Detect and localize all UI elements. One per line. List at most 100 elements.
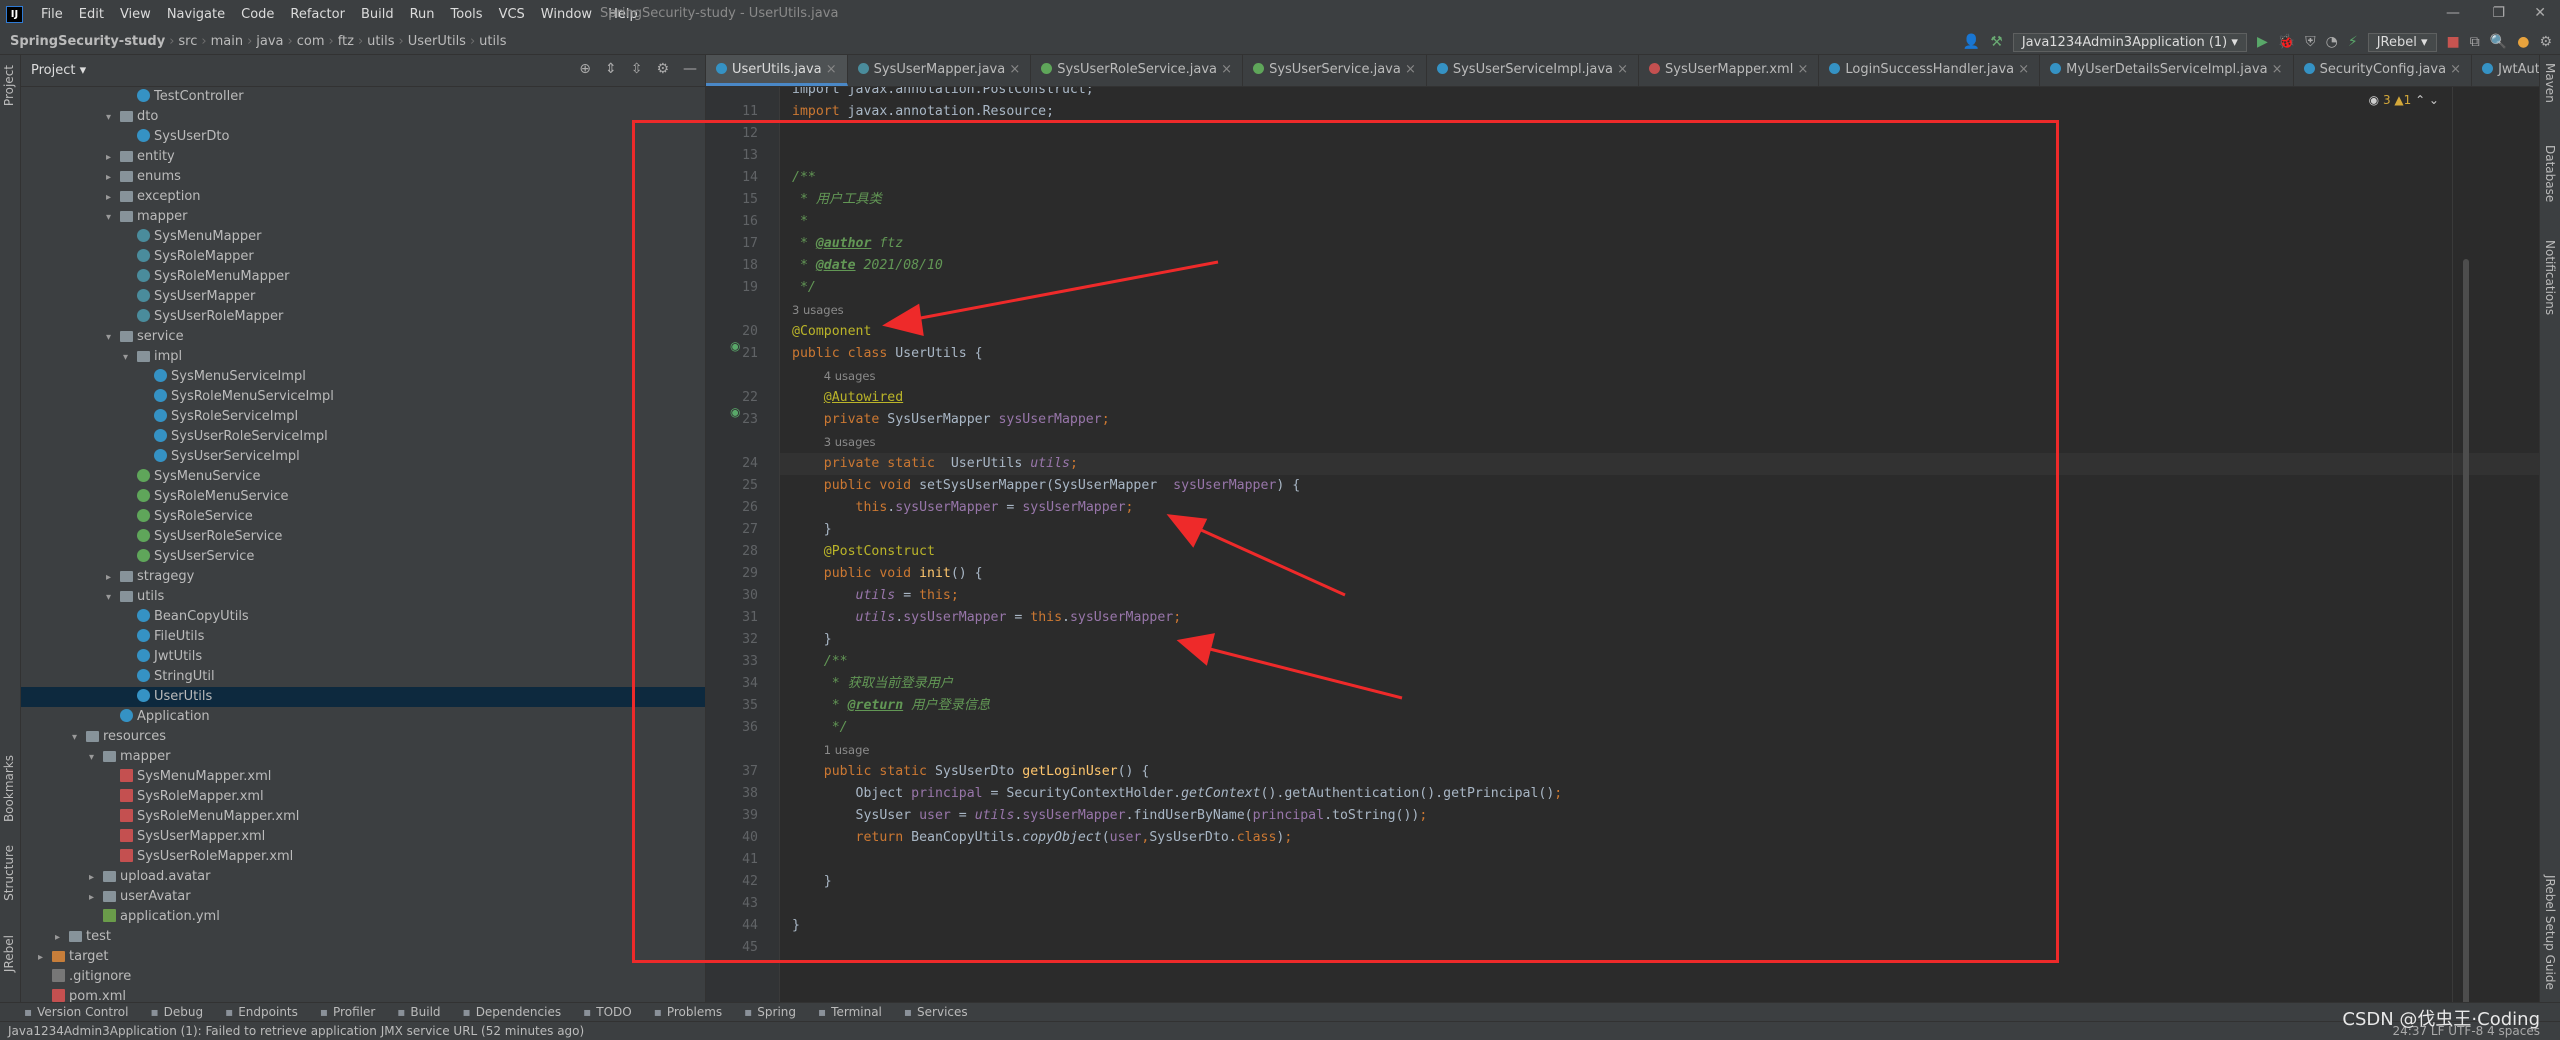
code-line[interactable]: 42 } [742, 871, 2539, 893]
database-tool-label[interactable]: Database [2543, 145, 2557, 202]
collapse-arrow-icon[interactable]: ▸ [89, 868, 103, 888]
tree-item[interactable]: SysRoleMapper.xml [21, 787, 705, 807]
tree-item[interactable]: SysUserDto [21, 127, 705, 147]
inspection-widget[interactable]: ◉ 3 ▲1 ⌃ ⌄ [2369, 93, 2439, 107]
editor-tab[interactable]: MyUserDetailsServiceImpl.java × [2040, 55, 2294, 86]
tree-item[interactable]: SysUserRoleMapper [21, 307, 705, 327]
tree-item[interactable]: Application [21, 707, 705, 727]
project-panel-title[interactable]: Project ▾ [31, 63, 86, 78]
tool-window-problems[interactable]: ▪ Problems [654, 1005, 722, 1019]
run-icon[interactable]: ▶ [2257, 34, 2268, 50]
tree-item[interactable]: JwtUtils [21, 647, 705, 667]
tree-item[interactable]: SysRoleService [21, 507, 705, 527]
code-line[interactable]: 19 */ [742, 277, 2539, 299]
editor-tab[interactable]: SysUserService.java × [1243, 55, 1427, 86]
editor-tab[interactable]: SecurityConfig.java × [2294, 55, 2473, 86]
breadcrumb-item[interactable]: ftz [338, 34, 354, 49]
tree-item[interactable]: SysRoleMenuMapper [21, 267, 705, 287]
tree-item[interactable]: SysUserRoleServiceImpl [21, 427, 705, 447]
collapse-arrow-icon[interactable]: ▸ [55, 928, 69, 948]
editor-tab[interactable]: SysUserRoleService.java × [1031, 55, 1244, 86]
menu-item-code[interactable]: Code [233, 7, 282, 22]
code-line[interactable]: 13 [742, 145, 2539, 167]
code-line[interactable]: 28 @PostConstruct [742, 541, 2539, 563]
tree-item[interactable]: SysUserService [21, 547, 705, 567]
profile-icon[interactable]: ◔ [2326, 34, 2338, 50]
tree-item[interactable]: ▾ resources [21, 727, 705, 747]
code-line[interactable]: 18 * @date 2021/08/10 [742, 255, 2539, 277]
tree-item[interactable]: SysUserServiceImpl [21, 447, 705, 467]
editor-tab[interactable]: UserUtils.java × [706, 55, 848, 86]
tree-item[interactable]: ▸ target [21, 947, 705, 967]
tree-item[interactable]: ▸ userAvatar [21, 887, 705, 907]
code-line[interactable]: 38 Object principal = SecurityContextHol… [742, 783, 2539, 805]
tree-item[interactable]: TestController [21, 87, 705, 107]
maven-tool-label[interactable]: Maven [2543, 63, 2557, 103]
expand-all-icon[interactable]: ⇕ [605, 61, 617, 77]
scroll-thumb[interactable] [2463, 259, 2469, 1002]
tab-close-icon[interactable]: × [822, 62, 837, 77]
code-line[interactable]: 45 [742, 937, 2539, 959]
tool-window-build[interactable]: ▪ Build [397, 1005, 440, 1019]
target-icon[interactable]: ⊕ [579, 61, 591, 77]
collapse-all-icon[interactable]: ⇳ [631, 61, 643, 77]
tree-item[interactable]: ▸ entity [21, 147, 705, 167]
project-tool-label[interactable]: Project [2, 65, 16, 106]
tool-window-todo[interactable]: ▪ TODO [583, 1005, 632, 1019]
tree-item[interactable]: BeanCopyUtils [21, 607, 705, 627]
breadcrumb-item[interactable]: java [256, 34, 283, 49]
breadcrumb-item[interactable]: main [211, 34, 243, 49]
tree-item[interactable]: SysMenuServiceImpl [21, 367, 705, 387]
menu-item-build[interactable]: Build [353, 7, 402, 22]
tree-item[interactable]: .gitignore [21, 967, 705, 987]
tree-item[interactable]: SysMenuService [21, 467, 705, 487]
notifications-tool-label[interactable]: Notifications [2543, 240, 2557, 315]
tree-item[interactable]: ▾ utils [21, 587, 705, 607]
code-line[interactable]: 26 this.sysUserMapper = sysUserMapper; [742, 497, 2539, 519]
code-line[interactable]: 12 [742, 123, 2539, 145]
jrebel-tool-label[interactable]: JRebel [2, 935, 16, 972]
tool-window-debug[interactable]: ▪ Debug [150, 1005, 203, 1019]
code-editor[interactable]: ◉ ◉ import javax.annotation.PostConstruc… [706, 87, 2539, 1002]
tree-item-selected[interactable]: UserUtils [21, 687, 705, 707]
update-icon[interactable]: ● [2517, 34, 2529, 50]
editor-scrollbar[interactable] [2457, 87, 2539, 1002]
status-message[interactable]: Java1234Admin3Application (1): Failed to… [8, 1024, 584, 1038]
editor-tab[interactable]: SysUserMapper.xml × [1639, 55, 1820, 86]
collapse-arrow-icon[interactable]: ▸ [38, 948, 52, 968]
editor-tab[interactable]: LoginSuccessHandler.java × [1819, 55, 2041, 86]
tab-close-icon[interactable]: × [1401, 62, 1416, 77]
code-area[interactable]: import javax.annotation.PostConstruct; 11… [742, 87, 2539, 1002]
menu-item-navigate[interactable]: Navigate [159, 7, 233, 22]
code-line[interactable]: 34 * 获取当前登录用户 [742, 673, 2539, 695]
code-line[interactable]: 43 [742, 893, 2539, 915]
settings-icon[interactable]: ⚙ [2539, 34, 2552, 50]
menu-item-refactor[interactable]: Refactor [282, 7, 353, 22]
tree-item[interactable]: SysRoleMenuServiceImpl [21, 387, 705, 407]
code-line[interactable]: 11 import javax.annotation.Resource; [742, 101, 2539, 123]
tree-item[interactable]: ▸ enums [21, 167, 705, 187]
code-line[interactable]: 44} [742, 915, 2539, 937]
run-config-select[interactable]: Java1234Admin3Application (1) ▾ [2012, 32, 2247, 52]
tab-close-icon[interactable]: × [1217, 62, 1232, 77]
tree-item[interactable]: ▾ mapper [21, 207, 705, 227]
code-line[interactable]: 29 public void init() { [742, 563, 2539, 585]
collapse-arrow-icon[interactable]: ▸ [106, 188, 120, 208]
tool-window-spring[interactable]: ▪ Spring [744, 1005, 796, 1019]
tree-item[interactable]: SysMenuMapper.xml [21, 767, 705, 787]
breadcrumb-item[interactable]: SpringSecurity-study [10, 34, 165, 49]
search-icon[interactable]: 🔍 [2490, 34, 2507, 50]
tree-item[interactable]: SysUserMapper [21, 287, 705, 307]
code-line[interactable]: 32 } [742, 629, 2539, 651]
expand-arrow-icon[interactable]: ▾ [106, 108, 120, 128]
tool-window-services[interactable]: ▪ Services [904, 1005, 968, 1019]
breadcrumb-item[interactable]: com [297, 34, 325, 49]
menu-item-tools[interactable]: Tools [443, 7, 491, 22]
tree-item[interactable]: SysUserRoleService [21, 527, 705, 547]
tree-item[interactable]: SysRoleMenuMapper.xml [21, 807, 705, 827]
tab-close-icon[interactable]: × [2446, 62, 2461, 77]
tab-close-icon[interactable]: × [2268, 62, 2283, 77]
expand-arrow-icon[interactable]: ▾ [89, 748, 103, 768]
menu-item-file[interactable]: File [33, 7, 71, 22]
code-line[interactable]: 30 utils = this; [742, 585, 2539, 607]
